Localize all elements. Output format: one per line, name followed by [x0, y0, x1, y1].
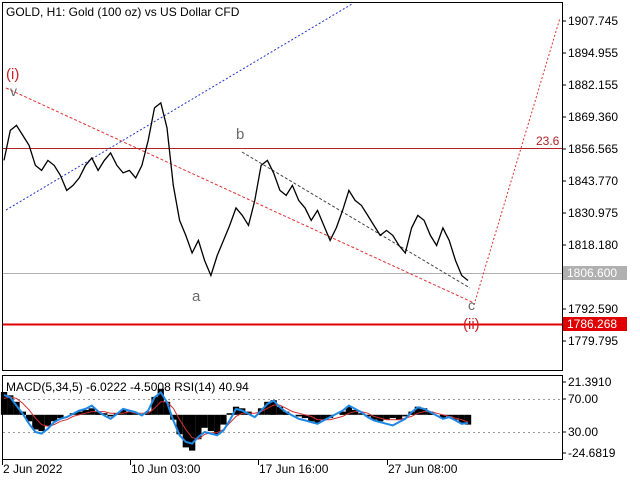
price-axis-label: 1843.770 — [568, 174, 618, 188]
wave-label-ii: (ii) — [463, 316, 480, 333]
price-axis-label: 1830.975 — [568, 206, 618, 220]
time-axis: 2 Jun 2022 10 Jun 03:00 17 Jun 16:00 27 Jun… — [2, 460, 458, 476]
projection-line — [473, 17, 561, 306]
price-axis-label: 1907.745 — [568, 14, 618, 28]
indicator-title: MACD(5,34,5) -6.0222 -4.5008 RSI(14) 40.… — [6, 380, 249, 394]
gold-h1-chart: (i) v b a c (ii) 23.6 GOLD, H1: Gold (10… — [0, 2, 627, 476]
macd-histogram-bar — [201, 414, 208, 428]
indicator-axis: 21.3910 70.00 30.00 -24.6819 — [562, 375, 616, 460]
price-axis-label: 1894.955 — [568, 46, 618, 60]
current-price-tag-text: 1806.600 — [567, 266, 617, 280]
indicator-axis-label: 21.3910 — [568, 375, 612, 389]
wave-ii-resistance-line — [5, 87, 475, 304]
macd-histogram-bar — [295, 414, 302, 417]
wave-label-a: a — [192, 288, 201, 305]
price-axis-label: 1856.565 — [568, 142, 618, 156]
wave-label-c: c — [468, 297, 475, 313]
wave-label-v: v — [10, 83, 17, 99]
macd-histogram-bar — [44, 414, 52, 427]
price-axis-label: 1779.795 — [568, 334, 618, 348]
price-axis-label: 1792.590 — [568, 302, 618, 316]
price-axis-label: 1869.360 — [568, 110, 618, 124]
upper-channel-line — [5, 3, 353, 211]
time-axis-label: 2 Jun 2022 — [3, 462, 63, 476]
macd-histogram-bar — [32, 414, 39, 430]
macd-histogram-bar — [189, 414, 196, 451]
wave-label-b: b — [236, 126, 244, 143]
indicator-axis-label: 30.00 — [568, 425, 598, 439]
fib-level-label: 23.6 — [536, 134, 560, 148]
time-axis-label: 17 Jun 16:00 — [259, 462, 329, 476]
time-axis-label: 10 Jun 03:00 — [131, 462, 201, 476]
indicator-axis-label: -24.6819 — [568, 446, 616, 460]
macd-histogram-bar — [389, 414, 396, 419]
time-axis-label: 27 Jun 08:00 — [388, 462, 458, 476]
macd-histogram-bar — [220, 414, 227, 425]
support-price-tag-text: 1786.268 — [567, 317, 617, 331]
chart-title: GOLD, H1: Gold (100 oz) vs US Dollar CFD — [6, 5, 240, 19]
macd-histogram-bar — [207, 414, 215, 432]
wave-label-i: (i) — [6, 66, 19, 83]
wave-b-c-channel-line — [241, 151, 471, 289]
price-axis: 1907.745 1894.955 1882.155 1869.360 1856.565… — [562, 14, 618, 348]
price-axis-label: 1882.155 — [568, 78, 618, 92]
indicator-axis-label: 70.00 — [568, 392, 598, 406]
price-axis-label: 1818.180 — [568, 238, 618, 252]
